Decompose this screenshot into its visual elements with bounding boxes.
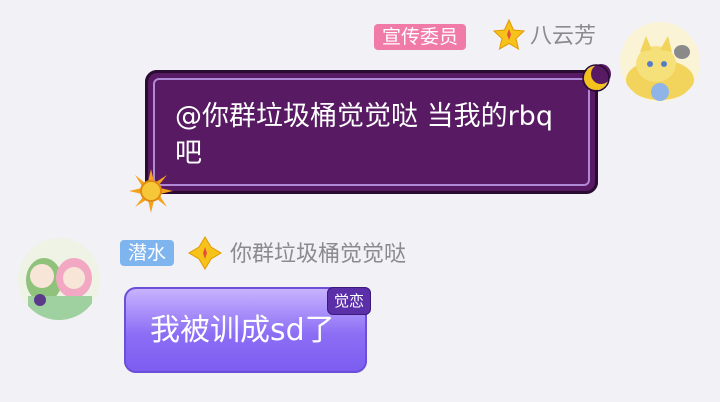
sender-nickname[interactable]: 八云芳 [530,22,596,52]
message-text: @你群垃圾桶觉觉哒 当我的rbq吧 [175,101,553,169]
sun-icon [129,169,173,213]
message-text: 我被训成sd了 [150,313,335,348]
star-level-icon [492,18,526,51]
message-bubble[interactable]: @你群垃圾桶觉觉哒 当我的rbq吧 [145,70,598,194]
title-badge: 宣传委员 [374,24,467,50]
bubble-tag: 觉恋 [327,287,372,315]
avatar[interactable] [18,238,100,320]
title-badge: 潜水 [120,240,175,266]
diamond-level-icon [188,236,222,270]
sender-nickname[interactable]: 你群垃圾桶觉觉哒 [230,240,406,270]
moon-icon [582,64,611,92]
avatar[interactable] [620,22,700,102]
